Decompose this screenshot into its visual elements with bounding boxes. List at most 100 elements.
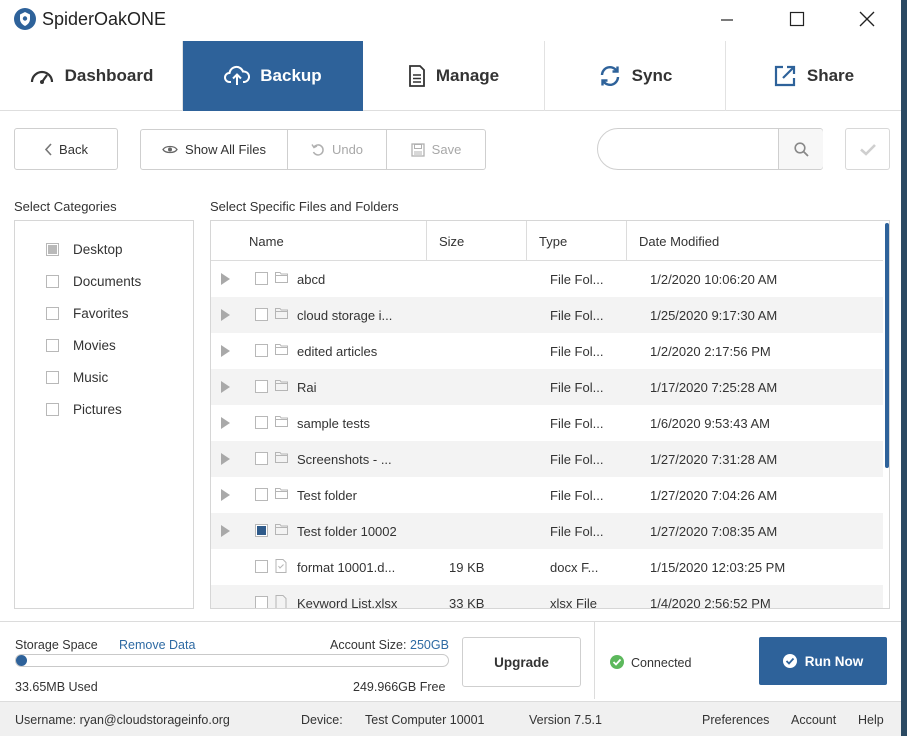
expand-arrow-icon[interactable] [221, 345, 230, 357]
row-type: File Fol... [550, 523, 604, 539]
username: Username: ryan@cloudstorageinfo.org [15, 712, 230, 727]
row-checkbox[interactable] [255, 416, 268, 429]
table-row[interactable]: Test folder 10002 File Fol... 1/27/2020 … [211, 513, 883, 549]
row-date: 1/17/2020 7:25:28 AM [650, 379, 778, 395]
row-checkbox[interactable] [255, 488, 268, 501]
save-button[interactable]: Save [387, 130, 485, 169]
table-row[interactable]: edited articles File Fol... 1/2/2020 2:1… [211, 333, 883, 369]
category-desktop[interactable]: Desktop [46, 239, 123, 259]
row-checkbox[interactable] [255, 452, 268, 465]
row-size: 33 KB [449, 595, 485, 609]
column-header-size[interactable]: Size [427, 221, 527, 261]
table-row[interactable]: Keyword List.xlsx 33 KB xlsx File 1/4/20… [211, 585, 883, 609]
category-music[interactable]: Music [46, 367, 108, 387]
row-date: 1/6/2020 9:53:43 AM [650, 415, 770, 431]
back-button-label: Back [59, 141, 88, 157]
tab-sync[interactable]: Sync [545, 41, 726, 111]
upgrade-button[interactable]: Upgrade [462, 637, 581, 687]
table-row[interactable]: sample tests File Fol... 1/6/2020 9:53:4… [211, 405, 883, 441]
expand-arrow-icon[interactable] [221, 381, 230, 393]
back-button[interactable]: Back [14, 128, 118, 170]
close-icon [859, 11, 875, 27]
category-checkbox[interactable] [46, 242, 59, 256]
account-link[interactable]: Account [791, 702, 836, 736]
row-checkbox[interactable] [255, 560, 268, 573]
row-date: 1/27/2020 7:08:35 AM [650, 523, 778, 539]
category-movies[interactable]: Movies [46, 335, 116, 355]
category-checkbox[interactable] [46, 274, 59, 288]
search-icon [793, 141, 809, 157]
expand-arrow-icon[interactable] [221, 525, 230, 537]
row-checkbox[interactable] [255, 524, 268, 537]
table-row[interactable]: cloud storage i... File Fol... 1/25/2020… [211, 297, 883, 333]
tab-dashboard[interactable]: Dashboard [0, 41, 183, 111]
search-button[interactable] [778, 129, 823, 169]
close-button[interactable] [844, 0, 890, 38]
maximize-icon [789, 11, 805, 27]
table-row[interactable]: Screenshots - ... File Fol... 1/27/2020 … [211, 441, 883, 477]
table-row[interactable]: Test folder File Fol... 1/27/2020 7:04:2… [211, 477, 883, 513]
expand-arrow-icon[interactable] [221, 489, 230, 501]
file-icon [275, 559, 287, 576]
row-date: 1/27/2020 7:04:26 AM [650, 487, 778, 503]
tab-share[interactable]: Share [726, 41, 901, 111]
vertical-scrollbar[interactable] [884, 221, 889, 608]
column-header-type[interactable]: Type [527, 221, 627, 261]
row-checkbox[interactable] [255, 272, 268, 285]
category-checkbox[interactable] [46, 370, 59, 384]
search-input[interactable] [606, 133, 774, 165]
row-checkbox[interactable] [255, 308, 268, 321]
run-now-button[interactable]: Run Now [759, 637, 887, 685]
table-row[interactable]: Rai File Fol... 1/17/2020 7:25:28 AM [211, 369, 883, 405]
folder-icon [275, 379, 288, 394]
show-all-files-label: Show All Files [185, 142, 266, 157]
category-label: Music [73, 369, 109, 385]
title-bar: SpiderOakONE [0, 0, 901, 40]
row-checkbox[interactable] [255, 380, 268, 393]
category-pictures[interactable]: Pictures [46, 399, 122, 419]
undo-icon [311, 143, 324, 156]
column-header-name[interactable]: Name [237, 221, 427, 261]
check-circle-icon [782, 654, 797, 668]
row-checkbox[interactable] [255, 596, 268, 608]
category-checkbox[interactable] [46, 402, 59, 416]
spideroak-window: SpiderOakONE Dashboard Backup Manage Syn… [0, 0, 901, 736]
tab-manage[interactable]: Manage [363, 41, 545, 111]
folder-icon [275, 271, 288, 286]
help-link[interactable]: Help [858, 702, 884, 736]
sync-icon [598, 64, 622, 88]
column-header-date-modified[interactable]: Date Modified [627, 221, 883, 261]
expand-arrow-icon[interactable] [221, 309, 230, 321]
expand-arrow-icon[interactable] [221, 417, 230, 429]
table-row[interactable]: format 10001.d... 19 KB docx F... 1/15/2… [211, 549, 883, 585]
row-checkbox[interactable] [255, 344, 268, 357]
tab-backup-label: Backup [260, 66, 322, 85]
expand-arrow-icon[interactable] [221, 273, 230, 285]
row-type: File Fol... [550, 415, 604, 431]
tab-backup[interactable]: Backup [183, 41, 363, 111]
cloud-upload-icon [224, 65, 251, 87]
apply-button[interactable] [845, 128, 890, 170]
category-checkbox[interactable] [46, 306, 59, 320]
scrollbar-thumb[interactable] [885, 223, 889, 468]
maximize-button[interactable] [774, 0, 820, 38]
table-row[interactable]: abcd File Fol... 1/2/2020 10:06:20 AM [211, 261, 883, 297]
category-label: Favorites [73, 305, 129, 321]
category-checkbox[interactable] [46, 338, 59, 352]
expand-arrow-icon[interactable] [221, 453, 230, 465]
categories-heading: Select Categories [14, 199, 117, 214]
categories-panel: Desktop Documents Favorites Movies Music… [14, 220, 194, 609]
row-name: Test folder 10002 [297, 523, 397, 539]
category-favorites[interactable]: Favorites [46, 303, 129, 323]
chevron-left-icon [44, 142, 52, 156]
folder-icon [275, 307, 288, 322]
account-size-value: 250GB [410, 638, 449, 652]
remove-data-link[interactable]: Remove Data [119, 638, 195, 652]
show-all-files-button[interactable]: Show All Files [141, 130, 288, 169]
minimize-button[interactable] [704, 0, 750, 38]
category-documents[interactable]: Documents [46, 271, 141, 291]
preferences-link[interactable]: Preferences [702, 702, 769, 736]
file-icon [275, 595, 287, 608]
storage-used: 33.65MB Used [15, 680, 98, 694]
undo-button[interactable]: Undo [288, 130, 387, 169]
